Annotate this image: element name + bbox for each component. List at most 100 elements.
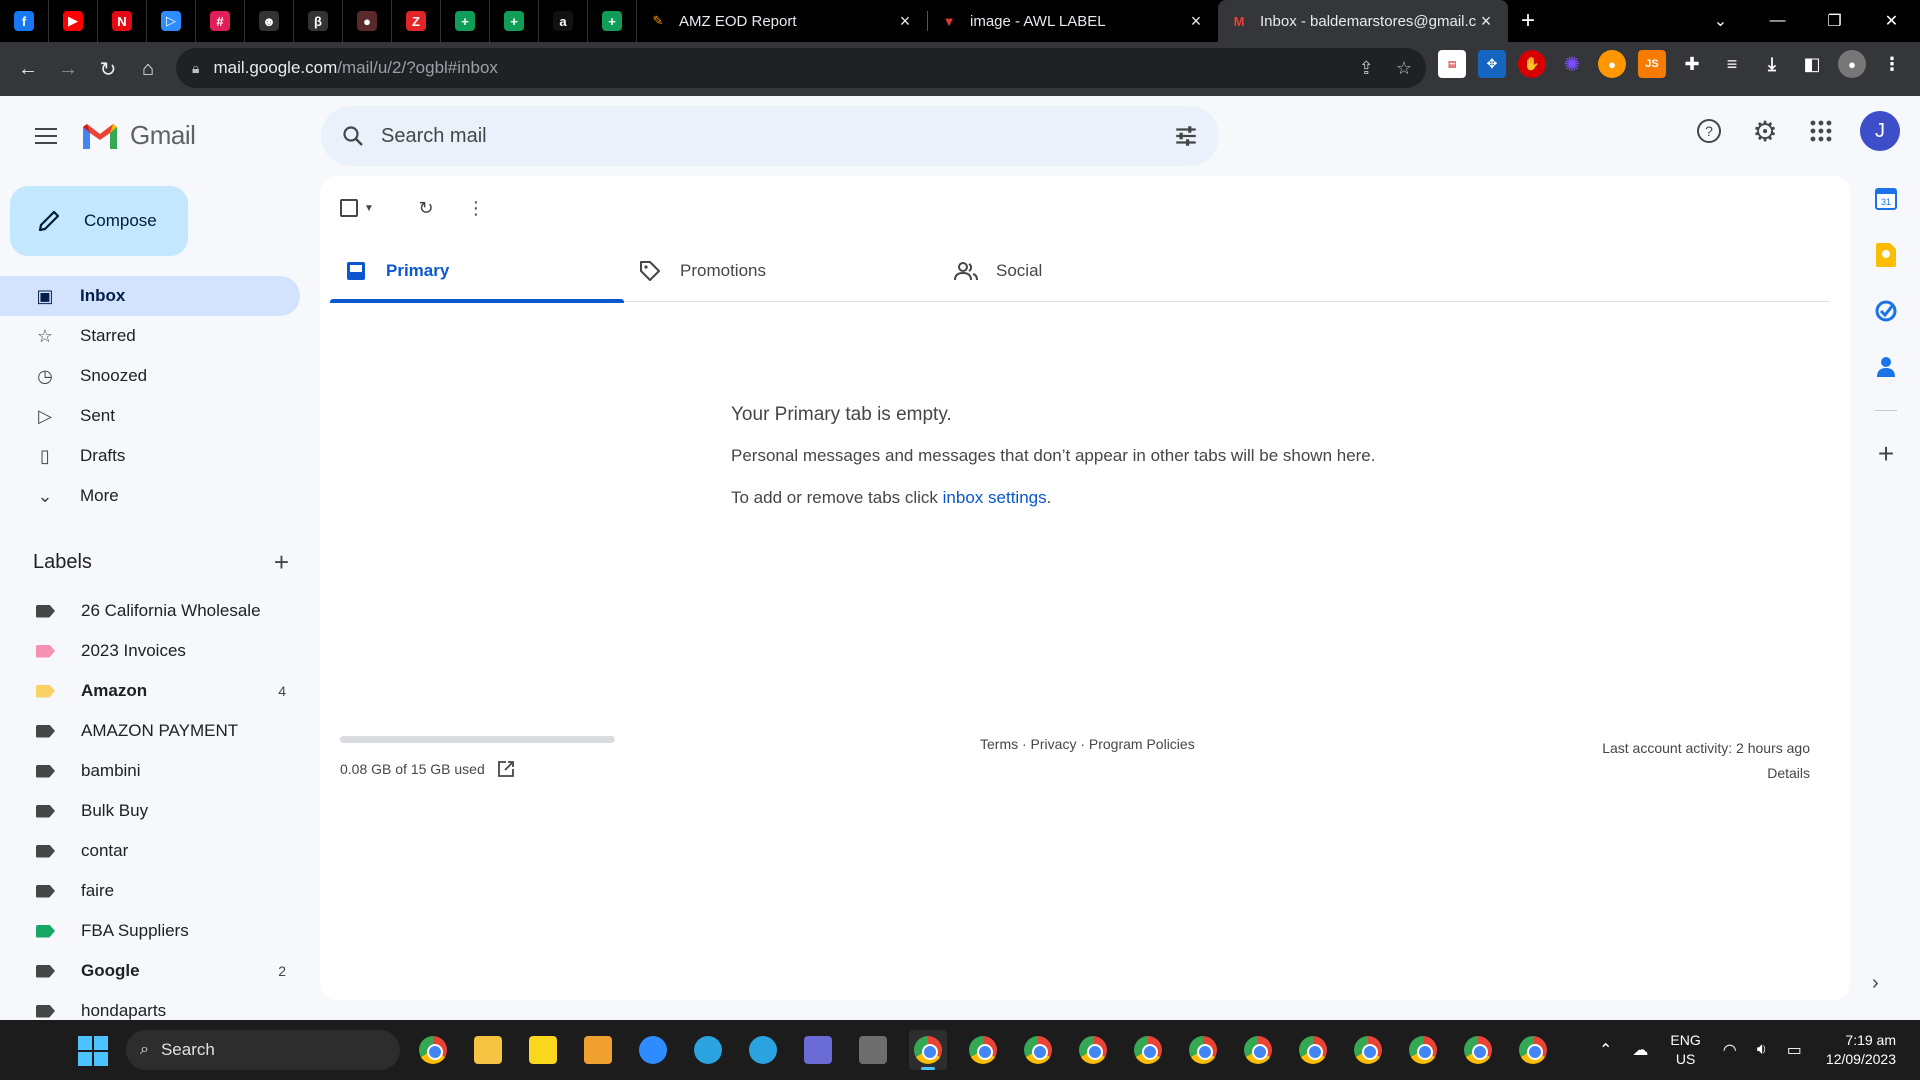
- nav-item-inbox[interactable]: ▣ Inbox: [0, 276, 300, 316]
- pinned-tab[interactable]: N: [98, 0, 147, 42]
- create-label-icon[interactable]: +: [274, 547, 289, 578]
- taskbar-calculator-icon[interactable]: [854, 1030, 892, 1070]
- details-link[interactable]: Details: [1602, 761, 1810, 786]
- tab-promotions[interactable]: Promotions: [624, 240, 940, 302]
- extension-icon[interactable]: ●: [1598, 50, 1626, 78]
- pinned-tab[interactable]: ▶: [49, 0, 98, 42]
- nav-item-sent[interactable]: ▷ Sent: [0, 396, 300, 436]
- google-apps-icon[interactable]: [1800, 110, 1842, 152]
- search-input[interactable]: Search mail: [381, 125, 1173, 148]
- home-button[interactable]: ⌂: [128, 49, 168, 89]
- taskbar-chrome-icon[interactable]: [1184, 1030, 1222, 1070]
- taskbar-chrome-icon[interactable]: [1459, 1030, 1497, 1070]
- address-bar[interactable]: 🔒︎ mail.google.com/mail/u/2/?ogbl#inbox …: [176, 48, 1426, 88]
- label-item[interactable]: AMAZON PAYMENT: [0, 711, 300, 751]
- label-item[interactable]: Bulk Buy: [0, 791, 300, 831]
- label-item[interactable]: 26 California Wholesale: [0, 591, 300, 631]
- taskbar-telegram-icon[interactable]: [689, 1030, 727, 1070]
- settings-gear-icon[interactable]: ⚙: [1744, 110, 1786, 152]
- tab-gmail-inbox[interactable]: M Inbox - baldemarstores@gmail.co ×: [1218, 0, 1508, 42]
- search-mail-box[interactable]: Search mail: [321, 106, 1219, 166]
- extension-icon[interactable]: ✺: [1558, 50, 1586, 78]
- taskbar-chrome-icon[interactable]: [1239, 1030, 1277, 1070]
- help-icon[interactable]: ?: [1688, 110, 1730, 152]
- restore-button[interactable]: ❐: [1806, 0, 1863, 42]
- main-menu-icon[interactable]: [26, 116, 66, 156]
- taskbar-explorer-icon[interactable]: [469, 1030, 507, 1070]
- extensions-puzzle-icon[interactable]: ✚: [1678, 50, 1706, 78]
- pinned-tab[interactable]: +: [490, 0, 539, 42]
- new-tab-button[interactable]: +: [1508, 0, 1548, 42]
- tab-amz-eod-report[interactable]: ✎ AMZ EOD Report ×: [637, 0, 927, 42]
- taskbar-telegram-icon[interactable]: [744, 1030, 782, 1070]
- tab-search-icon[interactable]: ⌄: [1692, 0, 1749, 42]
- taskbar-chrome-icon[interactable]: [1514, 1030, 1552, 1070]
- media-icon[interactable]: ≡: [1718, 50, 1746, 78]
- extension-icon[interactable]: ▤: [1438, 50, 1466, 78]
- select-all-checkbox[interactable]: [340, 199, 358, 217]
- taskbar-chrome-icon[interactable]: [1019, 1030, 1057, 1070]
- forward-button[interactable]: →: [48, 49, 88, 89]
- back-button[interactable]: ←: [8, 49, 48, 89]
- show-side-panel-icon[interactable]: ›: [1872, 972, 1879, 995]
- label-item[interactable]: 2023 Invoices: [0, 631, 300, 671]
- calendar-icon[interactable]: 31: [1873, 186, 1899, 212]
- label-item[interactable]: faire: [0, 871, 300, 911]
- extension-icon[interactable]: ✋: [1518, 50, 1546, 78]
- taskbar-chrome-icon[interactable]: [909, 1030, 947, 1070]
- close-window-button[interactable]: ✕: [1863, 0, 1920, 42]
- inbox-settings-link[interactable]: inbox settings: [943, 488, 1047, 507]
- pinned-tab[interactable]: β: [294, 0, 343, 42]
- refresh-icon[interactable]: ↻: [408, 190, 444, 226]
- taskbar-chrome-icon[interactable]: [1404, 1030, 1442, 1070]
- pinned-tab[interactable]: +: [588, 0, 637, 42]
- pinned-tab[interactable]: ●: [343, 0, 392, 42]
- share-icon[interactable]: ⇪: [1359, 58, 1374, 79]
- label-item[interactable]: Google 2: [0, 951, 300, 991]
- taskbar-chrome-icon[interactable]: [1129, 1030, 1167, 1070]
- taskbar-chrome-icon[interactable]: [1294, 1030, 1332, 1070]
- taskbar-zoom-icon[interactable]: [634, 1030, 672, 1070]
- nav-item-snoozed[interactable]: ◷ Snoozed: [0, 356, 300, 396]
- tasks-icon[interactable]: [1873, 298, 1899, 324]
- close-icon[interactable]: ×: [1476, 11, 1496, 32]
- taskbar-notes-icon[interactable]: [524, 1030, 562, 1070]
- account-avatar[interactable]: J: [1860, 111, 1900, 151]
- reload-button[interactable]: ↻: [88, 49, 128, 89]
- minimize-button[interactable]: —: [1749, 0, 1806, 42]
- get-addons-icon[interactable]: +: [1873, 438, 1899, 469]
- volume-icon[interactable]: 🔉︎: [1757, 1041, 1767, 1059]
- windows-start-icon[interactable]: [78, 1036, 108, 1066]
- wifi-icon[interactable]: ◠: [1723, 1040, 1737, 1060]
- taskbar-snip-icon[interactable]: [799, 1030, 837, 1070]
- nav-item-more[interactable]: ⌄ More: [0, 476, 300, 516]
- compose-button[interactable]: Compose: [10, 186, 188, 256]
- lock-icon[interactable]: 🔒︎: [192, 60, 199, 77]
- pinned-tab[interactable]: ☻: [245, 0, 294, 42]
- contacts-icon[interactable]: [1873, 354, 1899, 380]
- extension-icon[interactable]: JS: [1638, 50, 1666, 78]
- pinned-tab[interactable]: +: [441, 0, 490, 42]
- label-item[interactable]: contar: [0, 831, 300, 871]
- nav-item-starred[interactable]: ☆ Starred: [0, 316, 300, 356]
- search-icon[interactable]: [341, 124, 365, 148]
- taskbar-app-icon[interactable]: [579, 1030, 617, 1070]
- pinned-tab[interactable]: ▷: [147, 0, 196, 42]
- search-options-icon[interactable]: [1173, 123, 1199, 149]
- onedrive-icon[interactable]: ☁: [1632, 1040, 1648, 1060]
- footer-links[interactable]: Terms · Privacy · Program Policies: [980, 736, 1195, 752]
- open-external-icon[interactable]: [497, 760, 515, 778]
- extension-icon[interactable]: ✥: [1478, 50, 1506, 78]
- language-indicator[interactable]: ENG US: [1670, 1031, 1700, 1069]
- taskbar-chrome-icon[interactable]: [414, 1030, 452, 1070]
- taskbar-chrome-icon[interactable]: [1074, 1030, 1112, 1070]
- tab-awl-label[interactable]: ▼ image - AWL LABEL ×: [928, 0, 1218, 42]
- label-item[interactable]: Amazon 4: [0, 671, 300, 711]
- close-icon[interactable]: ×: [895, 11, 915, 32]
- pinned-tab[interactable]: #: [196, 0, 245, 42]
- pinned-tab[interactable]: f: [0, 0, 49, 42]
- pinned-tab[interactable]: Z: [392, 0, 441, 42]
- close-icon[interactable]: ×: [1186, 11, 1206, 32]
- taskbar-chrome-icon[interactable]: [1349, 1030, 1387, 1070]
- profile-avatar-icon[interactable]: ●: [1838, 50, 1866, 78]
